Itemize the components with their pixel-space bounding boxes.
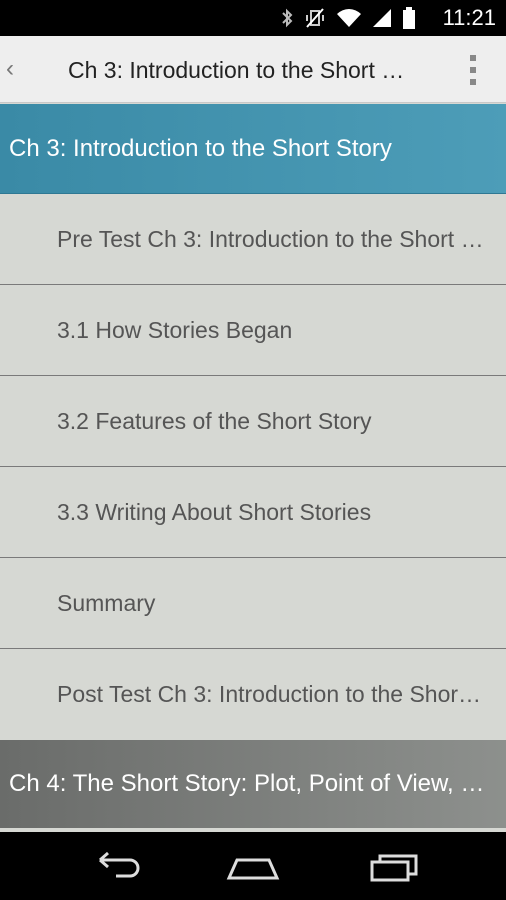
signal-icon (373, 9, 391, 27)
chapter-label: Ch 3: Introduction to the Short Story (9, 134, 392, 162)
list-item-label: Post Test Ch 3: Introduction to the Shor… (57, 681, 487, 707)
status-bar: 11:21 (0, 0, 506, 36)
home-button-icon[interactable] (225, 850, 281, 884)
chapter-header-next[interactable]: Ch 4: The Short Story: Plot, Point of Vi… (0, 740, 506, 828)
clock: 11:21 (442, 5, 496, 30)
chapter-header-current[interactable]: Ch 3: Introduction to the Short Story (0, 104, 506, 194)
battery-icon (403, 7, 415, 29)
navigation-bar (0, 832, 506, 900)
chapter-label: Ch 4: The Short Story: Plot, Point of Vi… (9, 770, 489, 797)
chapter-list: Ch 3: Introduction to the Short Story Pr… (0, 104, 506, 828)
list-item-label: Pre Test Ch 3: Introduction to the Short… (57, 225, 487, 252)
back-chevron-icon[interactable]: ‹ (6, 56, 20, 82)
vibrate-off-icon (306, 8, 324, 28)
list-item-label: 3.1 How Stories Began (57, 316, 293, 343)
page-title: Ch 3: Introduction to the Short Story (68, 57, 413, 83)
list-item[interactable]: Pre Test Ch 3: Introduction to the Short… (0, 194, 506, 285)
action-bar: ‹ Ch 3: Introduction to the Short Story (0, 36, 506, 103)
status-icons (280, 6, 416, 30)
list-item-label: Summary (57, 589, 156, 616)
overflow-menu-icon[interactable] (468, 55, 478, 85)
bluetooth-icon (282, 8, 293, 28)
list-item[interactable]: 3.2 Features of the Short Story (0, 376, 506, 467)
list-item[interactable]: 3.3 Writing About Short Stories (0, 467, 506, 558)
recent-apps-button-icon[interactable] (366, 850, 422, 884)
list-item-label: 3.3 Writing About Short Stories (57, 498, 372, 525)
list-item-label: 3.2 Features of the Short Story (57, 407, 372, 434)
wifi-icon (337, 9, 361, 27)
list-item[interactable]: Post Test Ch 3: Introduction to the Shor… (0, 649, 506, 740)
list-item[interactable]: 3.1 How Stories Began (0, 285, 506, 376)
list-item[interactable]: Summary (0, 558, 506, 649)
back-button-icon[interactable] (86, 850, 142, 884)
